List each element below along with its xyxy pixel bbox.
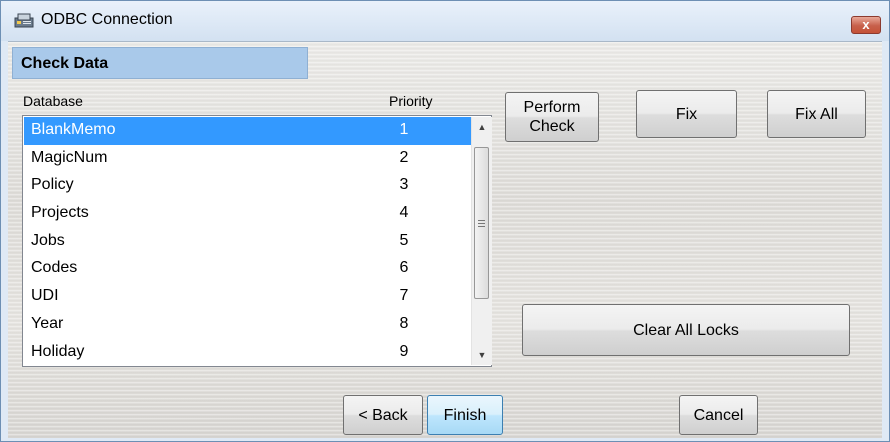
perform-check-label-line2: Check [529, 118, 575, 135]
fix-all-label: Fix All [795, 105, 838, 123]
section-header: Check Data [12, 47, 308, 79]
cancel-label: Cancel [693, 406, 744, 424]
database-list: BlankMemo 1 MagicNum 2 Policy 3 Projects 4 Jobs 5… [24, 117, 472, 366]
list-item[interactable]: Projects 4 [24, 200, 472, 228]
database-name: Holiday [31, 342, 85, 360]
database-name: Year [31, 314, 64, 332]
close-button[interactable]: x [851, 16, 881, 34]
database-name: Jobs [31, 231, 65, 249]
priority-value: 1 [399, 121, 409, 138]
perform-check-button[interactable]: Perform Check [505, 92, 599, 142]
back-label: < Back [358, 406, 408, 424]
database-name: Codes [31, 259, 78, 277]
vertical-scrollbar[interactable]: ▲ ▼ [471, 117, 492, 365]
window-title: ODBC Connection [41, 11, 173, 28]
priority-value: 6 [399, 259, 409, 277]
database-name: Projects [31, 204, 89, 222]
database-name: MagicNum [31, 148, 108, 166]
odbc-connection-window: ODBC Connection x Check Data Database Pr… [0, 0, 890, 442]
title-bar[interactable]: ODBC Connection x [1, 1, 889, 41]
list-item[interactable]: Codes 6 [24, 255, 472, 283]
priority-value: 8 [399, 314, 409, 332]
fix-all-button[interactable]: Fix All [767, 90, 866, 138]
fix-label: Fix [675, 105, 698, 123]
priority-value: 9 [399, 342, 409, 360]
list-item[interactable]: Year 8 [24, 311, 472, 339]
database-name: Policy [31, 176, 74, 194]
fix-button[interactable]: Fix [636, 90, 737, 138]
finish-button[interactable]: Finish [427, 395, 503, 435]
scrollbar-thumb[interactable] [474, 147, 489, 299]
list-item[interactable]: Jobs 5 [24, 228, 472, 256]
priority-value: 3 [399, 176, 409, 194]
database-name: UDI [31, 287, 59, 305]
list-item[interactable]: BlankMemo 1 [24, 117, 472, 145]
clear-all-locks-button[interactable]: Clear All Locks [522, 304, 850, 356]
list-item[interactable]: Holiday 9 [24, 339, 472, 367]
database-listbox[interactable]: BlankMemo 1 MagicNum 2 Policy 3 Projects 4 Jobs 5… [22, 115, 492, 367]
list-item[interactable]: MagicNum 2 [24, 145, 472, 173]
priority-value: 5 [399, 231, 409, 249]
priority-value: 7 [399, 287, 409, 305]
cancel-button[interactable]: Cancel [679, 395, 758, 435]
close-icon: x [862, 17, 870, 32]
clear-all-locks-label: Clear All Locks [633, 321, 739, 339]
priority-value: 2 [399, 148, 409, 166]
list-item[interactable]: Policy 3 [24, 172, 472, 200]
perform-check-label-line1: Perform [523, 99, 581, 116]
column-header-priority: Priority [389, 93, 433, 109]
section-title: Check Data [21, 55, 109, 72]
wizard-client-area: Check Data Database Priority BlankMemo 1 M… [8, 41, 882, 438]
thumb-grip-icon [478, 220, 485, 221]
back-button[interactable]: < Back [343, 395, 423, 435]
priority-value: 4 [399, 204, 409, 222]
column-header-database: Database [23, 93, 83, 109]
scroll-down-icon[interactable]: ▼ [472, 345, 492, 365]
odbc-app-icon [14, 13, 34, 28]
scroll-up-icon[interactable]: ▲ [472, 117, 492, 137]
database-name: BlankMemo [31, 121, 116, 138]
finish-label: Finish [443, 406, 487, 424]
list-item[interactable]: UDI 7 [24, 283, 472, 311]
